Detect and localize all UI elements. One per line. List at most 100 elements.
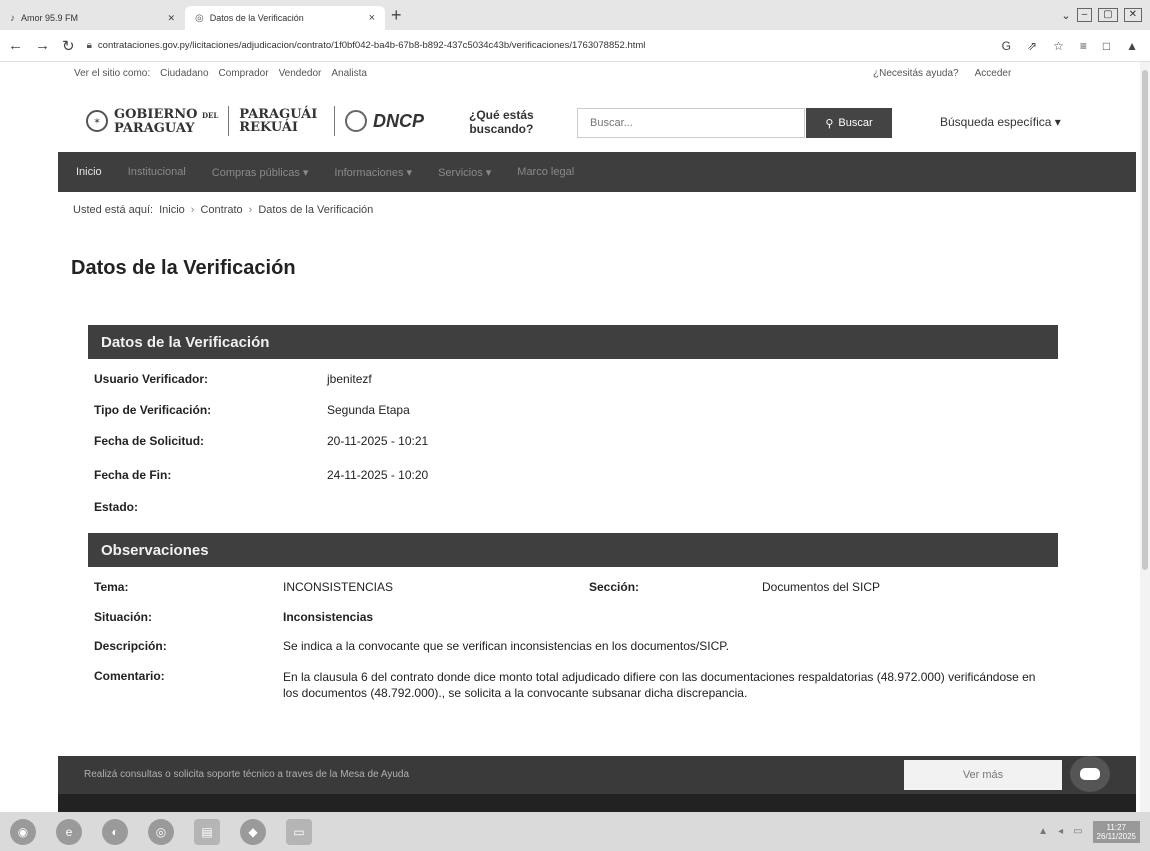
view-as-analista[interactable]: Analista — [331, 68, 367, 79]
dncp-logo-text: DNCP — [373, 111, 425, 131]
logo-divider — [228, 106, 230, 136]
nav-item-institucional[interactable]: Institucional — [128, 166, 186, 178]
tab-mute-icon[interactable]: ✕ — [167, 13, 175, 24]
login-link[interactable]: Acceder — [975, 68, 1012, 79]
field-label: Fecha de Fin: — [94, 468, 172, 482]
search-button[interactable]: ⚲ Buscar — [806, 108, 892, 138]
system-tray: ▲ ◂ ▭ 11:27 26/11/2025 — [1038, 820, 1140, 843]
page-icon: ◎ — [195, 12, 204, 24]
breadcrumb-inicio[interactable]: Inicio — [159, 204, 185, 216]
search-input[interactable] — [577, 108, 805, 138]
close-window-icon[interactable]: ✕ — [1123, 8, 1142, 22]
observations-panel-header: Observaciones — [88, 533, 1058, 567]
page-scrollbar[interactable] — [1140, 62, 1150, 812]
url-text: contrataciones.gov.py/licitaciones/adjud… — [97, 40, 646, 51]
back-arrow-icon[interactable]: ← — [8, 37, 23, 54]
breadcrumb-contrato[interactable]: Contrato — [200, 204, 242, 216]
reading-list-icon[interactable]: ≡ — [1080, 39, 1087, 53]
tray-volume-icon[interactable]: ◂ — [1058, 826, 1063, 837]
logo-divider — [334, 106, 335, 136]
chrome-icon[interactable]: ◎ — [148, 818, 174, 845]
profile-icon[interactable]: ▲ — [1126, 39, 1138, 53]
address-bar: ← → ↻ 🔒︎ contrataciones.gov.py/licitacio… — [0, 30, 1150, 62]
situacion-label: Situación: — [94, 610, 153, 624]
nav-item-servicios[interactable]: Servicios ▾ — [438, 166, 491, 179]
browser-toolbar: G ⇗ ☆ ≡ □ ▲ — [1002, 39, 1138, 53]
reload-icon[interactable]: ↻ — [62, 37, 75, 55]
scrollbar-thumb[interactable] — [1142, 70, 1148, 570]
descripcion-label: Descripción: — [94, 639, 167, 653]
descripcion-value: Se indica a la convocante que se verific… — [283, 639, 730, 653]
sidebar-icon[interactable]: □ — [1103, 39, 1110, 53]
field-label: Tipo de Verificación: — [94, 403, 212, 417]
site-header: ✶ GOBIERNO DEL PARAGUAY PARAGUÁI REKUÁI … — [0, 88, 1150, 150]
view-as-ciudadano[interactable]: Ciudadano — [160, 68, 208, 79]
security-icon[interactable]: ◆ — [240, 818, 266, 845]
search-prompt: ¿Qué estás buscando? — [469, 108, 534, 136]
breadcrumb-separator: › — [190, 204, 195, 216]
seccion-value: Documentos del SICP — [762, 580, 881, 594]
bookmark-star-icon[interactable]: ☆ — [1053, 39, 1064, 53]
site-top-links: Ver el sitio como: Ciudadano Comprador V… — [0, 62, 1150, 88]
window-controls: ⌄ – ▢ ✕ — [1061, 8, 1142, 22]
field-label: Fecha de Solicitud: — [94, 434, 205, 448]
field-value: 24-11-2025 - 10:20 — [327, 468, 429, 482]
nav-item-marco-legal[interactable]: Marco legal — [517, 166, 574, 178]
tab-close-icon[interactable]: × — [369, 12, 375, 24]
nav-item-informaciones[interactable]: Informaciones ▾ — [334, 166, 412, 179]
view-as-label: Ver el sitio como: — [74, 68, 151, 79]
help-message: Realizá consultas o solicita soporte téc… — [84, 769, 409, 780]
advanced-search-dropdown[interactable]: Búsqueda específica ▾ — [940, 115, 1061, 129]
tab-title: Amor 95.9 FM — [21, 13, 79, 23]
chat-bubble-icon[interactable] — [1070, 756, 1110, 792]
main-nav: Inicio Institucional Compras públicas ▾ … — [58, 152, 1136, 192]
browser-tab-verificacion[interactable]: ◎ Datos de la Verificación × — [185, 6, 385, 30]
browser-tabstrip: ♪ Amor 95.9 FM ✕ ◎ Datos de la Verificac… — [0, 0, 1150, 30]
tray-network-icon[interactable]: ▭ — [1073, 826, 1082, 837]
url-field[interactable]: 🔒︎ contrataciones.gov.py/licitaciones/ad… — [87, 40, 646, 51]
folder-icon[interactable]: ▭ — [286, 818, 312, 845]
help-bar: Realizá consultas o solicita soporte téc… — [58, 756, 1136, 794]
maximize-icon[interactable]: ▢ — [1098, 8, 1118, 22]
seccion-label: Sección: — [589, 580, 640, 594]
lock-icon: 🔒︎ — [86, 40, 92, 51]
page-title: Datos de la Verificación — [71, 257, 296, 279]
field-value: Segunda Etapa — [327, 403, 410, 417]
document-icon[interactable]: ▤ — [194, 818, 220, 845]
minimize-icon[interactable]: – — [1076, 8, 1093, 22]
tema-label: Tema: — [94, 580, 129, 594]
forward-arrow-icon[interactable]: → — [35, 37, 50, 54]
seal-icon: ✶ — [86, 110, 108, 132]
breadcrumb: Usted está aquí: Inicio › Contrato › Dat… — [73, 204, 373, 216]
start-icon[interactable]: ◉ — [10, 818, 36, 845]
nav-item-compras-publicas[interactable]: Compras públicas ▾ — [212, 166, 309, 179]
gobierno-logo[interactable]: ✶ GOBIERNO DEL PARAGUAY PARAGUÁI REKUÁI — [86, 106, 317, 136]
breadcrumb-current: Datos de la Verificación — [258, 204, 374, 216]
field-value: 20-11-2025 - 10:21 — [327, 434, 429, 448]
tray-flag-icon[interactable]: ▲ — [1038, 826, 1048, 837]
firefox-icon[interactable]: ◐ — [102, 818, 128, 845]
tab-title: Datos de la Verificación — [209, 13, 304, 23]
breadcrumb-separator: › — [248, 204, 253, 216]
tab-search-icon[interactable]: ⌄ — [1061, 9, 1070, 22]
ie-icon[interactable]: e — [56, 818, 82, 845]
nav-item-inicio[interactable]: Inicio — [76, 166, 102, 178]
search-button-label: Buscar — [838, 117, 873, 129]
tema-value: INCONSISTENCIAS — [283, 580, 394, 594]
view-as-comprador[interactable]: Comprador — [219, 68, 269, 79]
share-icon[interactable]: ⇗ — [1027, 39, 1037, 53]
new-tab-button[interactable]: + — [391, 5, 402, 26]
browser-tab-radio[interactable]: ♪ Amor 95.9 FM ✕ — [0, 6, 185, 30]
view-as-vendedor[interactable]: Vendedor — [279, 68, 322, 79]
field-value: jbenitezf — [327, 372, 372, 386]
system-clock[interactable]: 11:27 26/11/2025 — [1092, 820, 1140, 843]
os-taskbar: ◉ e ◐ ◎ ▤ ◆ ▭ ▲ ◂ ▭ 11:27 26/11/2025 — [0, 812, 1150, 851]
footer-strip — [58, 794, 1136, 812]
dncp-logo[interactable]: DNCP — [330, 106, 424, 136]
ver-mas-button[interactable]: Ver más — [904, 760, 1062, 790]
comentario-label: Comentario: — [94, 669, 165, 683]
google-icon[interactable]: G — [1002, 39, 1011, 53]
breadcrumb-prefix: Usted está aquí: — [73, 204, 154, 216]
help-link[interactable]: ¿Necesitás ayuda? — [873, 68, 959, 79]
music-icon: ♪ — [10, 12, 15, 24]
